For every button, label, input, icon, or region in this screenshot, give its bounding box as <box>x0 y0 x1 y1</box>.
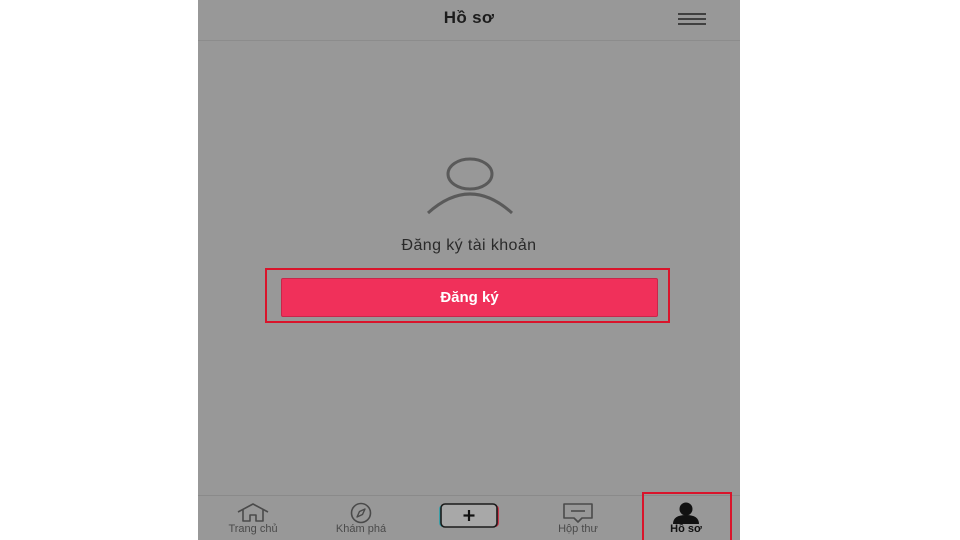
plus-icon <box>439 503 499 528</box>
nav-item-create[interactable] <box>436 496 502 540</box>
profile-screen: Hồ sơ Đăng ký tài khoản Đăng ký Trang ch… <box>198 0 740 540</box>
nav-label-home: Trang chủ <box>228 523 278 535</box>
page-title: Hồ sơ <box>443 8 495 27</box>
nav-item-explore[interactable]: Khám phá <box>321 496 401 540</box>
nav-item-profile[interactable]: Hồ sơ <box>646 496 726 540</box>
bottom-navigation: Trang chủ Khám phá Hộp thư Hồ sơ <box>198 492 740 540</box>
user-placeholder-icon <box>426 157 514 215</box>
nav-label-explore: Khám phá <box>335 523 387 535</box>
nav-item-inbox[interactable]: Hộp thư <box>538 496 618 540</box>
nav-label-inbox: Hộp thư <box>558 523 598 535</box>
menu-button[interactable] <box>676 10 710 30</box>
inbox-icon <box>563 503 593 523</box>
compass-icon <box>350 502 372 524</box>
register-button[interactable]: Đăng ký <box>281 278 658 317</box>
hamburger-menu-icon <box>678 13 706 25</box>
profile-icon <box>673 502 699 524</box>
nav-item-home[interactable]: Trang chủ <box>213 496 293 540</box>
nav-label-profile: Hồ sơ <box>670 523 702 535</box>
register-prompt: Đăng ký tài khoản <box>401 237 537 254</box>
top-bar: Hồ sơ <box>198 0 740 41</box>
home-icon <box>237 503 269 522</box>
